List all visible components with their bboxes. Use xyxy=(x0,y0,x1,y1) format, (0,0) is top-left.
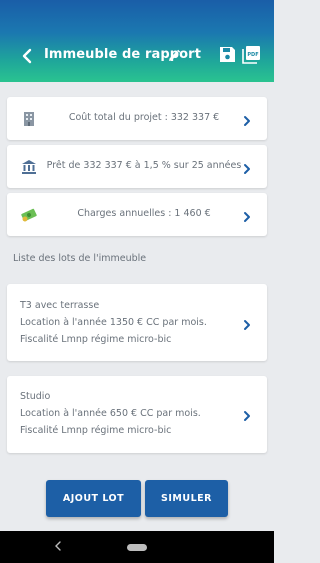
loan-card[interactable]: Prêt de 332 337 € à 1,5 % sur 25 années xyxy=(7,145,267,188)
chevron-right-icon xyxy=(243,208,251,222)
system-nav-bar xyxy=(0,531,274,563)
app-header: Immeuble de rapport PDF xyxy=(0,0,274,82)
loan-text: Prêt de 332 337 € à 1,5 % sur 25 années xyxy=(46,160,242,171)
annual-charges-card[interactable]: Charges annuelles : 1 460 € xyxy=(7,193,267,236)
nav-home-pill[interactable] xyxy=(127,544,147,551)
save-icon[interactable] xyxy=(219,46,236,63)
nav-back-icon[interactable] xyxy=(54,539,62,556)
lot-name: Studio xyxy=(20,391,51,402)
back-arrow-icon[interactable] xyxy=(18,46,36,66)
pdf-icon[interactable]: PDF xyxy=(242,45,261,64)
lot-card-studio[interactable]: Studio Location à l'année 650 € CC par m… xyxy=(7,376,267,453)
bank-icon xyxy=(21,159,37,175)
lot-tax: Fiscalité Lmnp régime micro-bic xyxy=(20,334,172,345)
add-lot-button[interactable]: AJOUT LOT xyxy=(46,480,141,517)
annual-charges-text: Charges annuelles : 1 460 € xyxy=(77,208,211,219)
lot-card-t3[interactable]: T3 avec terrasse Location à l'année 1350… xyxy=(7,284,267,361)
simulate-button[interactable]: SIMULER xyxy=(145,480,228,517)
chevron-right-icon xyxy=(243,316,251,330)
lot-rent: Location à l'année 1350 € CC par mois. xyxy=(20,317,207,328)
pencil-icon[interactable] xyxy=(167,48,181,62)
chevron-right-icon xyxy=(243,112,251,126)
chevron-right-icon xyxy=(243,160,251,174)
money-icon xyxy=(21,207,37,223)
lots-section-label: Liste des lots de l'immeuble xyxy=(13,253,147,264)
lot-tax: Fiscalité Lmnp régime micro-bic xyxy=(20,425,172,436)
lot-name: T3 avec terrasse xyxy=(20,300,100,311)
project-cost-text: Coût total du projet : 332 337 € xyxy=(68,112,220,123)
project-cost-card[interactable]: Coût total du projet : 332 337 € xyxy=(7,97,267,140)
lot-rent: Location à l'année 650 € CC par mois. xyxy=(20,408,201,419)
chevron-right-icon xyxy=(243,407,251,421)
svg-text:PDF: PDF xyxy=(247,52,258,58)
building-icon xyxy=(21,111,37,127)
